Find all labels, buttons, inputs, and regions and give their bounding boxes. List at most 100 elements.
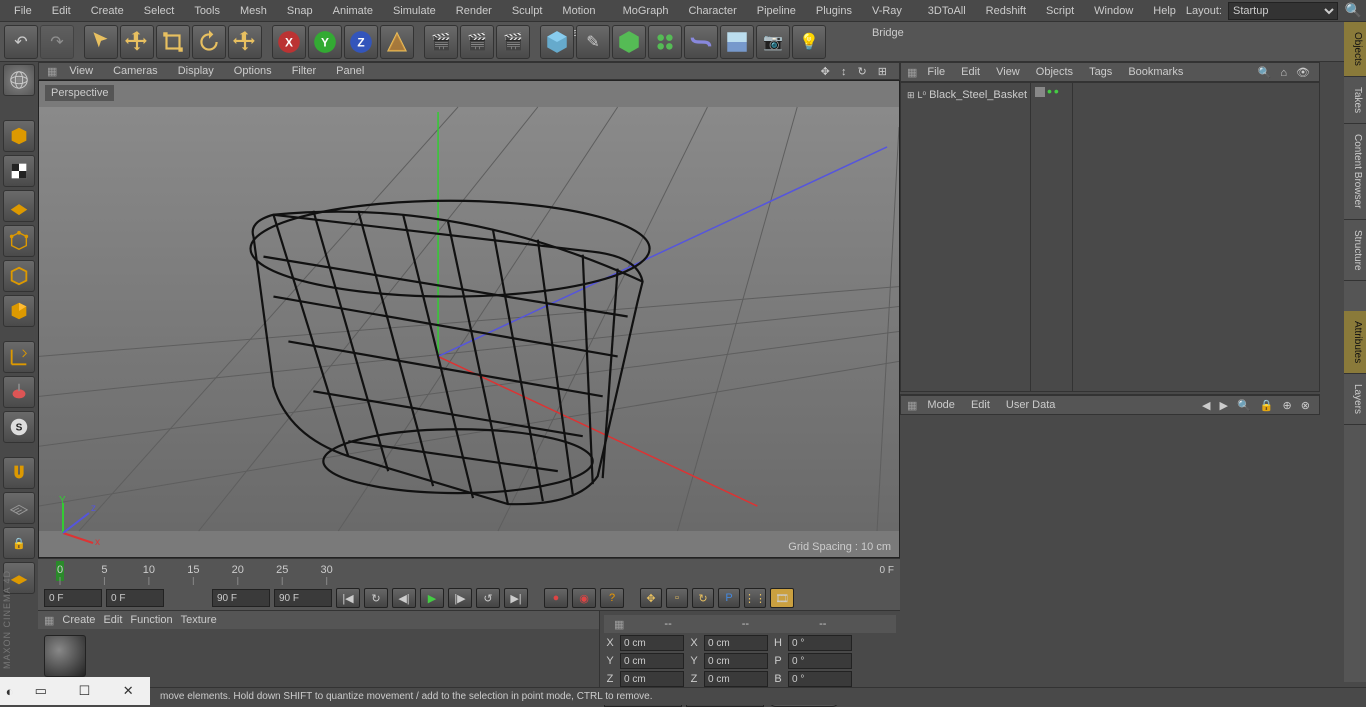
search-icon[interactable]: 🔍: [1345, 2, 1362, 19]
mat-menu-edit[interactable]: Edit: [103, 614, 122, 626]
coord-x[interactable]: [620, 635, 684, 651]
menu-script[interactable]: Script: [1036, 0, 1084, 22]
workplane-grid-icon[interactable]: [3, 492, 35, 524]
vp-menu-filter[interactable]: Filter: [284, 65, 324, 77]
menu-mograph[interactable]: MoGraph: [613, 0, 679, 22]
menu-3dtoall[interactable]: 3DToAll: [918, 0, 976, 22]
autokey-button[interactable]: ◉: [572, 588, 596, 608]
tab-content-browser[interactable]: Content Browser: [1344, 124, 1366, 219]
render-pv[interactable]: 🎬: [460, 25, 494, 59]
menu-pipeline[interactable]: Pipeline: [747, 0, 806, 22]
layout-dropdown[interactable]: Startup: [1228, 2, 1338, 20]
attr-menu-userdata[interactable]: User Data: [1000, 399, 1062, 411]
obj-menu-tags[interactable]: Tags: [1083, 66, 1118, 78]
coord-z[interactable]: [620, 671, 684, 687]
goto-end-button[interactable]: ▶|: [504, 588, 528, 608]
menu-simulate[interactable]: Simulate: [383, 0, 446, 22]
viewport-nav-icons[interactable]: ✥ ↕ ↻ ⊞: [821, 65, 899, 78]
x-axis-lock[interactable]: X: [272, 25, 306, 59]
coord-y[interactable]: [620, 653, 684, 669]
scale-tool[interactable]: [156, 25, 190, 59]
object-name[interactable]: Black_Steel_Basket: [929, 89, 1027, 101]
menu-plugins[interactable]: Plugins: [806, 0, 862, 22]
rot-h[interactable]: [788, 635, 852, 651]
vp-menu-panel[interactable]: Panel: [328, 65, 372, 77]
add-camera[interactable]: 📷: [756, 25, 790, 59]
texture-mode[interactable]: [3, 155, 35, 187]
model-mode[interactable]: [3, 120, 35, 152]
obj-menu-bookmarks[interactable]: Bookmarks: [1122, 66, 1189, 78]
frame-current-field[interactable]: [106, 589, 164, 607]
tab-takes[interactable]: Takes: [1344, 77, 1366, 124]
add-deformer[interactable]: [684, 25, 718, 59]
tab-structure[interactable]: Structure: [1344, 220, 1366, 282]
menu-help[interactable]: Help: [1143, 0, 1186, 22]
obj-menu-objects[interactable]: Objects: [1030, 66, 1079, 78]
vis-editor-dot[interactable]: •: [1047, 87, 1052, 97]
object-tree-item[interactable]: ⊞ L⁰ Black_Steel_Basket: [905, 87, 1026, 103]
vp-menu-options[interactable]: Options: [226, 65, 280, 77]
menu-animate[interactable]: Animate: [323, 0, 383, 22]
menu-file[interactable]: File: [4, 0, 42, 22]
menu-window[interactable]: Window: [1084, 0, 1143, 22]
add-pen[interactable]: ✎: [576, 25, 610, 59]
rot-b[interactable]: [788, 671, 852, 687]
key-pla-button[interactable]: ⋮⋮: [744, 588, 766, 608]
close-button[interactable]: ✕: [106, 677, 150, 705]
add-environment[interactable]: [720, 25, 754, 59]
menu-motion-tracker[interactable]: Motion Tracker: [552, 0, 612, 22]
vp-menu-display[interactable]: Display: [170, 65, 222, 77]
menu-select[interactable]: Select: [134, 0, 185, 22]
add-cube[interactable]: [540, 25, 574, 59]
redo-button[interactable]: ↷: [40, 25, 74, 59]
attr-nav-icons[interactable]: ◀ ▶ 🔍 🔒 ⊕ ⊗: [1202, 399, 1313, 412]
timeline-ruler[interactable]: 051015202530354045505560657075808590 0 F: [38, 558, 900, 586]
menu-tools[interactable]: Tools: [184, 0, 230, 22]
menu-create[interactable]: Create: [81, 0, 134, 22]
rot-p[interactable]: [788, 653, 852, 669]
ff-button[interactable]: ↺: [476, 588, 500, 608]
mat-menu-create[interactable]: Create: [62, 614, 95, 626]
menu-edit[interactable]: Edit: [42, 0, 81, 22]
prev-frame-button[interactable]: ◀|: [392, 588, 416, 608]
next-frame-button[interactable]: |▶: [448, 588, 472, 608]
edge-mode[interactable]: [3, 260, 35, 292]
point-mode[interactable]: [3, 225, 35, 257]
frame-end-vis-field[interactable]: [212, 589, 270, 607]
key-rot-button[interactable]: ↻: [692, 588, 714, 608]
size-z[interactable]: [704, 671, 768, 687]
obj-menu-view[interactable]: View: [990, 66, 1026, 78]
render-view[interactable]: 🎬: [424, 25, 458, 59]
workplane-mode[interactable]: [3, 190, 35, 222]
menu-mesh[interactable]: Mesh: [230, 0, 277, 22]
vp-menu-view[interactable]: View: [61, 65, 101, 77]
film-icon[interactable]: 🎞: [770, 588, 794, 608]
viewport-3d[interactable]: Perspective Grid Spacing : 10 cm Y x z: [38, 80, 900, 558]
menu-sculpt[interactable]: Sculpt: [502, 0, 553, 22]
mat-menu-texture[interactable]: Texture: [181, 614, 217, 626]
menu-vray[interactable]: V-Ray Bridge: [862, 0, 918, 22]
coord-system[interactable]: [380, 25, 414, 59]
minimize-button[interactable]: ▭: [19, 677, 63, 705]
add-array[interactable]: [648, 25, 682, 59]
maximize-button[interactable]: ☐: [63, 677, 107, 705]
record-button[interactable]: ●: [544, 588, 568, 608]
layer-color-icon[interactable]: [1035, 87, 1045, 97]
vp-menu-cameras[interactable]: Cameras: [105, 65, 166, 77]
tab-objects[interactable]: Objects: [1344, 22, 1366, 77]
size-y[interactable]: [704, 653, 768, 669]
render-settings[interactable]: 🎬: [496, 25, 530, 59]
magnet-icon[interactable]: [3, 457, 35, 489]
keyframe-sel-button[interactable]: ?: [600, 588, 624, 608]
vis-render-dot[interactable]: •: [1054, 87, 1059, 97]
expand-icon[interactable]: ⊞: [907, 90, 915, 101]
key-param-button[interactable]: P: [718, 588, 740, 608]
obj-menu-edit[interactable]: Edit: [955, 66, 986, 78]
y-axis-lock[interactable]: Y: [308, 25, 342, 59]
move-tool[interactable]: [120, 25, 154, 59]
frame-start-field[interactable]: [44, 589, 102, 607]
globe-icon[interactable]: [3, 64, 35, 96]
attr-menu-edit[interactable]: Edit: [965, 399, 996, 411]
menu-redshift[interactable]: Redshift: [976, 0, 1036, 22]
loop-button[interactable]: ↻: [364, 588, 388, 608]
